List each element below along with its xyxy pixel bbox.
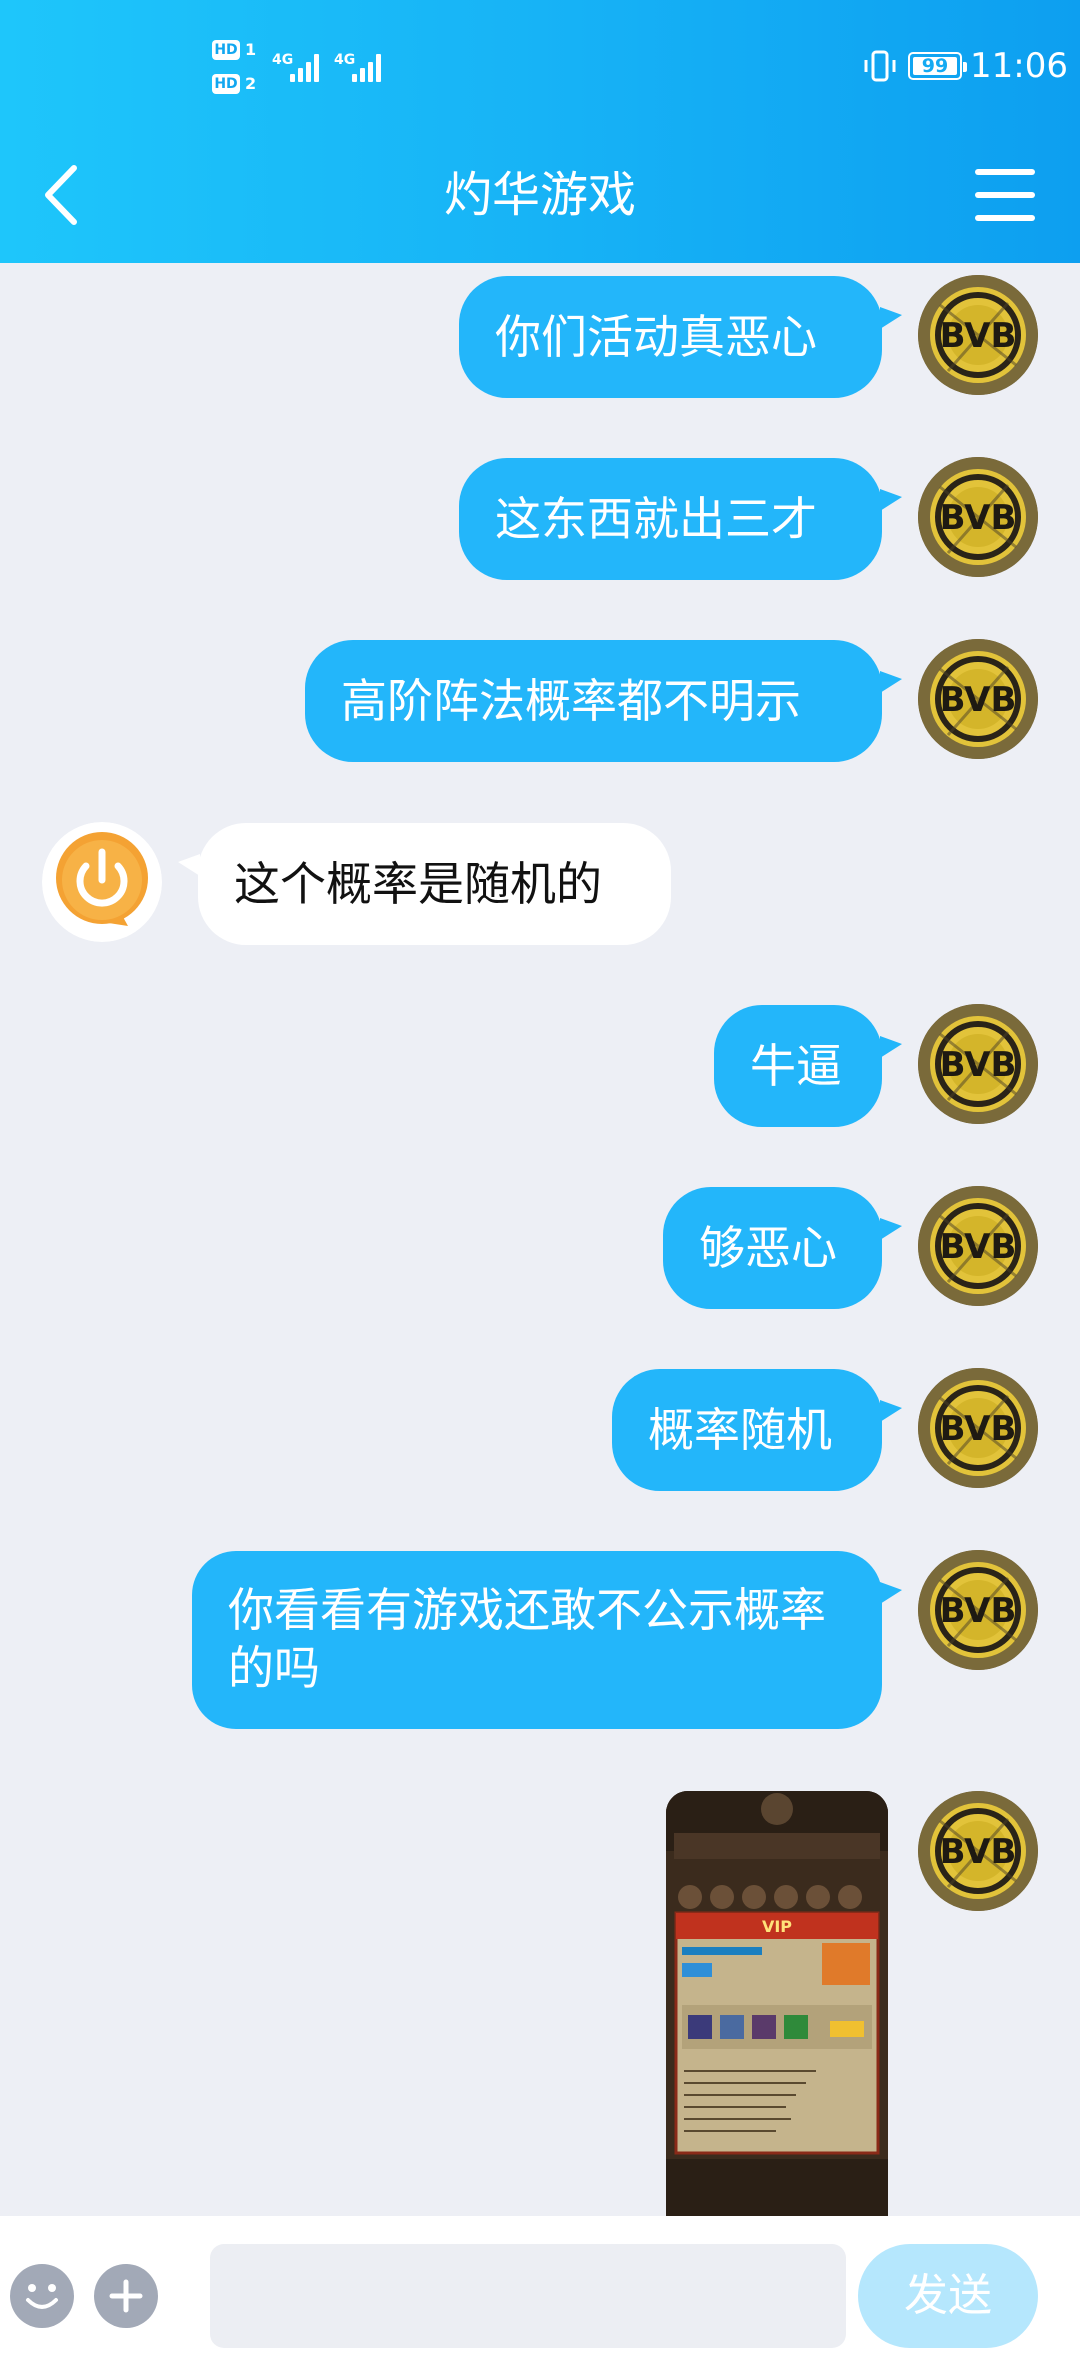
status-time: 11:06	[970, 46, 1068, 86]
bubble-tail	[880, 307, 902, 329]
hd-badge-1: HD	[212, 40, 240, 60]
user-avatar[interactable]	[918, 1186, 1038, 1306]
message-text: 概率随机	[648, 1403, 832, 1457]
message-text: 这个概率是随机的	[234, 857, 602, 911]
bubble-tail	[880, 671, 902, 693]
chevron-left-icon	[45, 165, 77, 225]
network-type-2: 4G	[334, 52, 356, 68]
message-text: 你们活动真恶心	[495, 310, 817, 364]
input-bar: 发送	[0, 2216, 1080, 2376]
message-input[interactable]	[210, 2244, 846, 2348]
add-button[interactable]	[94, 2264, 158, 2328]
message-bubble[interactable]: 高阶阵法概率都不明示	[305, 640, 882, 762]
status-bar: HD 1 HD 2 4G 4G 99 11:06	[0, 0, 1080, 130]
bubble-tail	[880, 1036, 902, 1058]
hamburger-menu-icon	[975, 169, 1035, 221]
message-bubble[interactable]: 够恶心	[663, 1187, 882, 1309]
bubble-tail	[880, 489, 902, 511]
message-bubble[interactable]: 这东西就出三才	[459, 458, 882, 580]
bubble-tail	[880, 1400, 902, 1422]
vibrate-icon	[864, 50, 896, 82]
image-vip-label: VIP	[762, 1917, 792, 1936]
user-avatar[interactable]	[918, 1368, 1038, 1488]
message-bubble[interactable]: 你看看有游戏还敢不公示概率的吗	[192, 1551, 882, 1729]
menu-button[interactable]	[970, 160, 1040, 230]
sim1-number: 1	[245, 40, 257, 59]
user-avatar[interactable]	[918, 457, 1038, 577]
nav-bar: 灼华游戏	[0, 130, 1080, 263]
game-screenshot-thumbnail: VIP	[666, 1791, 888, 2216]
emoji-button[interactable]	[10, 2264, 74, 2328]
user-avatar[interactable]	[918, 1791, 1038, 1911]
message-text: 够恶心	[699, 1221, 837, 1275]
user-avatar[interactable]	[918, 639, 1038, 759]
message-text: 你看看有游戏还敢不公示概率的吗	[228, 1583, 826, 1695]
battery-icon: 99	[908, 52, 967, 80]
image-message[interactable]: VIP	[666, 1791, 888, 2216]
message-text: 这东西就出三才	[495, 492, 817, 546]
message-bubble[interactable]: 这个概率是随机的	[198, 823, 671, 945]
network-type-1: 4G	[272, 52, 294, 68]
sim2-number: 2	[245, 74, 257, 93]
back-button[interactable]	[40, 160, 90, 230]
right-status-group: 99 11:06	[864, 46, 1068, 90]
message-bubble[interactable]: 牛逼	[714, 1005, 882, 1127]
message-text: 高阶阵法概率都不明示	[341, 674, 801, 728]
message-bubble[interactable]: 你们活动真恶心	[459, 276, 882, 398]
user-avatar[interactable]	[918, 1550, 1038, 1670]
bubble-tail	[880, 1582, 902, 1604]
message-bubble[interactable]: 概率随机	[612, 1369, 882, 1491]
plus-icon	[109, 2279, 143, 2313]
user-avatar[interactable]	[918, 275, 1038, 395]
bubble-tail	[178, 854, 200, 876]
battery-level: 99	[913, 57, 957, 76]
user-avatar[interactable]	[918, 1004, 1038, 1124]
bubble-tail	[880, 1218, 902, 1240]
hd-badge-2: HD	[212, 74, 240, 94]
chat-message-list[interactable]: 你们活动真恶心 这东西就出三才 高阶阵法概率都不明示 这个概率是随机的 牛逼 够…	[0, 263, 1080, 2216]
message-text: 牛逼	[750, 1039, 842, 1093]
smiley-icon	[26, 2284, 58, 2309]
app-header: HD 1 HD 2 4G 4G 99 11:06 灼华游戏	[0, 0, 1080, 263]
bot-avatar[interactable]	[42, 822, 162, 942]
send-button[interactable]: 发送	[858, 2244, 1038, 2348]
page-title: 灼华游戏	[443, 167, 636, 223]
